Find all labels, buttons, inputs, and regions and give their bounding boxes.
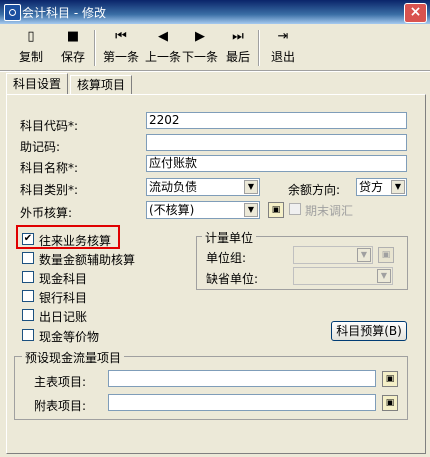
first-icon: ⏮ (115, 29, 127, 44)
period-adjust-checkbox[interactable] (289, 203, 301, 215)
cash-equivalent-checkbox[interactable] (22, 329, 34, 341)
main-item-input[interactable] (108, 370, 376, 387)
exit-button[interactable]: ⇥ 退出 (266, 29, 300, 67)
default-unit-label: 缺省单位: (206, 272, 259, 286)
currency-label: 外币核算: (20, 206, 73, 220)
chevron-down-icon: ▼ (244, 180, 258, 194)
lookup-icon: ▣ (271, 205, 281, 215)
next-record-button[interactable]: ▶ 下一条 (180, 29, 220, 67)
unit-group-label: 单位组: (206, 251, 247, 265)
main-item-label: 主表项目: (34, 375, 87, 389)
title-bar: 会计科目 - 修改 × (0, 0, 430, 24)
mnemonic-input[interactable] (146, 134, 407, 151)
chevron-down-icon: ▼ (244, 203, 258, 217)
default-unit-select[interactable]: ▼ (293, 267, 393, 285)
floppy-icon: ■ (66, 29, 80, 44)
quantity-checkbox[interactable] (22, 252, 34, 264)
unit-group-title: 计量单位 (202, 229, 257, 246)
chevron-down-icon: ▼ (391, 180, 405, 194)
prev-record-button[interactable]: ◀ 上一条 (143, 29, 183, 67)
sub-item-label: 附表项目: (34, 399, 87, 413)
daily-journal-checkbox[interactable] (22, 309, 34, 321)
checkbox-label: 出日记账 (39, 310, 88, 324)
checkbox-label: 银行科目 (39, 291, 88, 305)
cash-account-checkbox[interactable] (22, 271, 34, 283)
category-label: 科目类别*: (20, 183, 79, 197)
copy-icon: ▯ (27, 29, 35, 44)
exit-door-icon: ⇥ (277, 29, 289, 44)
chevron-down-icon: ▼ (377, 269, 391, 283)
cashflow-group-title: 预设现金流量项目 (22, 349, 125, 366)
mnemonic-label: 助记码: (20, 140, 61, 154)
last-icon: ⏭ (232, 29, 244, 44)
window-title: 会计科目 - 修改 (22, 6, 106, 20)
bank-account-checkbox[interactable] (22, 290, 34, 302)
last-record-button[interactable]: ⏭ 最后 (223, 29, 253, 67)
unit-group-select[interactable]: ▼ (293, 246, 373, 264)
balance-direction-label: 余额方向: (288, 183, 341, 197)
prev-icon: ◀ (158, 29, 168, 44)
sub-item-lookup-button[interactable]: ▣ (382, 395, 398, 411)
period-adjust-label: 期末调汇 (305, 204, 354, 218)
name-input[interactable]: 应付账款 (146, 155, 407, 172)
sub-item-input[interactable] (108, 394, 376, 411)
close-button[interactable]: × (404, 3, 427, 23)
tab-accounting-items[interactable]: 核算项目 (70, 75, 133, 94)
unit-group-lookup-button[interactable]: ▣ (378, 247, 394, 263)
account-budget-button[interactable]: 科目预算(B) (331, 321, 407, 341)
currency-lookup-button[interactable]: ▣ (268, 202, 284, 218)
first-record-button[interactable]: ⏮ 第一条 (99, 29, 143, 67)
toolbar-separator (258, 30, 260, 66)
copy-button[interactable]: ▯ 复制 (14, 29, 48, 67)
highlight-box (16, 225, 120, 249)
chevron-down-icon: ▼ (357, 248, 371, 262)
lookup-icon: ▣ (385, 374, 395, 384)
toolbar-divider (0, 70, 430, 72)
code-input[interactable]: 2202 (146, 112, 407, 129)
code-label: 科目代码*: (20, 119, 79, 133)
app-icon (4, 4, 21, 21)
toolbar-separator (94, 30, 96, 66)
checkbox-label: 现金科目 (39, 272, 88, 286)
lookup-icon: ▣ (381, 250, 391, 260)
checkbox-label: 现金等价物 (39, 330, 100, 344)
save-button[interactable]: ■ 保存 (56, 29, 90, 67)
next-icon: ▶ (195, 29, 205, 44)
tab-account-settings[interactable]: 科目设置 (6, 73, 69, 95)
category-select[interactable]: 流动负债 ▼ (146, 178, 260, 196)
checkbox-label: 数量金额辅助核算 (39, 253, 136, 267)
name-label: 科目名称*: (20, 161, 79, 175)
currency-select[interactable]: (不核算) ▼ (146, 201, 260, 219)
lookup-icon: ▣ (385, 398, 395, 408)
balance-direction-select[interactable]: 贷方 ▼ (356, 178, 407, 196)
main-item-lookup-button[interactable]: ▣ (382, 371, 398, 387)
